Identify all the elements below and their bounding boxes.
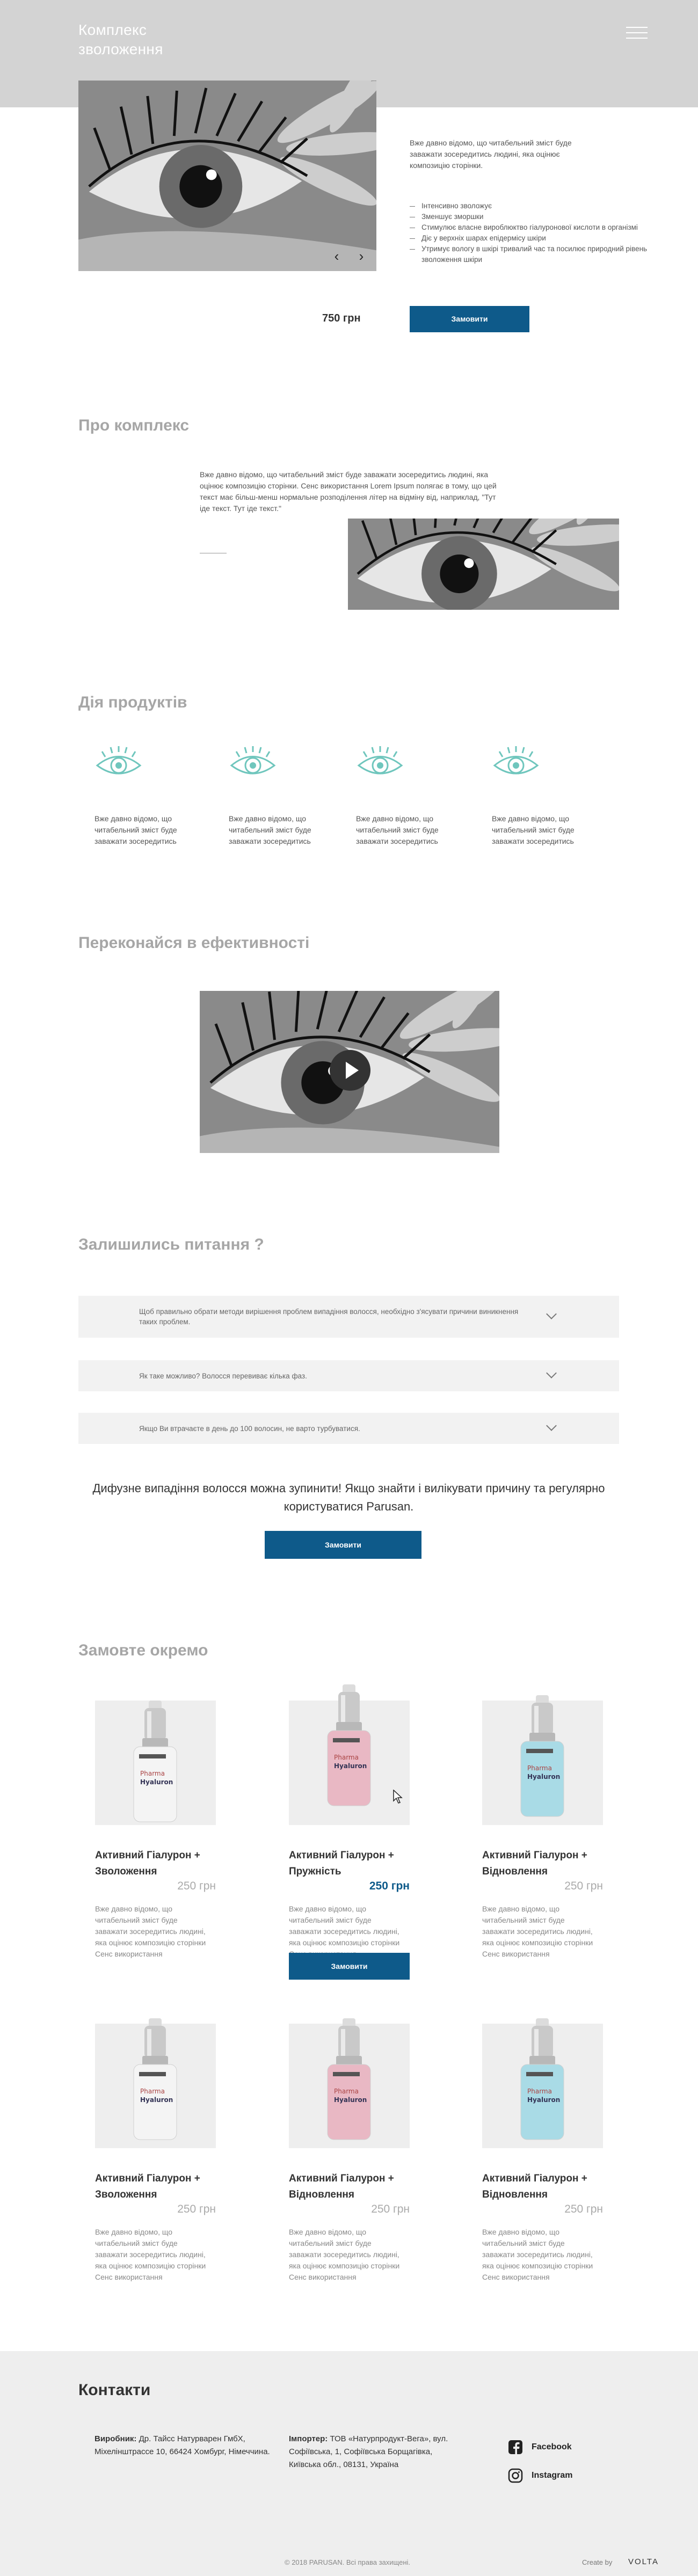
feature-item: Інтенсивно зволожує [410,201,673,211]
product-name: Активний Гіалурон + Відновлення [289,2173,394,2200]
product-card[interactable]: Активний Гіалурон + Відновлення 250 грн … [482,1701,603,1958]
product-description: Вже давно відомо, що читабельний зміст б… [289,1904,400,1958]
product-name: Активний Гіалурон + Відновлення [482,2173,587,2200]
about-eye-photo [348,519,619,610]
product-card[interactable]: Активний Гіалурон + Зволоження 250 грн В… [95,2024,216,2281]
contacts-title: Контакти [78,2381,151,2399]
product-price: 250 грн [564,2203,603,2215]
order-button[interactable]: Замовити [265,1531,421,1559]
eye-icon [492,745,540,783]
instagram-icon [508,2468,523,2483]
product-image [482,1701,603,1825]
facebook-link[interactable]: Facebook [508,2440,615,2456]
chevron-down-icon [546,1420,557,1431]
product-image [95,1701,216,1825]
eye-icon [94,745,143,783]
faq-summary: Дифузне випадіння волосся можна зупинити… [92,1482,605,1513]
product-description: Вже давно відомо, що читабельний зміст б… [95,1904,206,1958]
action-item: Вже давно відомо, що читабельний зміст б… [492,745,588,847]
product-card[interactable]: Активний Гіалурон + Відновлення 250 грн … [289,2024,410,2281]
action-section-title: Дія продуктів [78,694,187,711]
play-icon[interactable] [330,1050,370,1091]
complex-price: 750 грн [322,312,361,324]
slider-next-arrow-icon[interactable]: › [353,248,369,264]
product-card[interactable]: Активний Гіалурон + Пружність 250 грн Вж… [289,1701,410,1958]
hero-eye-photo [78,81,376,271]
chevron-down-icon [546,1309,557,1319]
instagram-link[interactable]: Instagram [508,2468,615,2484]
product-description: Вже давно відомо, що читабельний зміст б… [482,1904,593,1958]
hero-description: Вже давно відомо, що читабельний зміст б… [410,138,572,170]
feature-item: Зменшує зморшки [410,211,673,222]
slider-prev-arrow-icon[interactable]: ‹ [329,248,345,264]
studio-logo[interactable]: VOLTA [628,2557,659,2566]
page-title: Комплекс зволоження [78,21,163,57]
action-item: Вже давно відомо, що читабельний зміст б… [356,745,453,847]
feature-list: Інтенсивно зволожує Зменшує зморшки Стим… [410,201,673,265]
menu-icon[interactable] [626,26,648,40]
product-name: Активний Гіалурон + Зволоження [95,2173,200,2200]
feature-item: Утримує вологу в шкірі тривалий час та п… [410,244,673,265]
order-button[interactable]: Замовити [289,1953,410,1980]
facebook-icon [508,2440,522,2454]
created-by-label: Create by [582,2558,613,2566]
product-description: Вже давно відомо, що читабельний зміст б… [289,2228,400,2281]
product-image [289,1701,410,1825]
product-name: Активний Гіалурон + Пружність [289,1850,394,1877]
importer-info: Імпортер: ТОВ «Натурпродукт-Вега», вул. … [289,2434,448,2469]
action-item: Вже давно відомо, що читабельний зміст б… [229,745,325,847]
product-image [95,2024,216,2148]
product-price: 250 грн [564,1880,603,1892]
order-button[interactable]: Замовити [410,306,529,332]
product-image [482,2024,603,2148]
faq-item[interactable]: Якщо Ви втрачаєте в день до 100 волосин,… [78,1413,619,1444]
feature-item: Діє у верхніх шарах епідермісу шкіри [410,233,673,244]
mouse-cursor-icon [393,1790,403,1804]
product-name: Активний Гіалурон + Зволоження [95,1850,200,1877]
about-section-title: Про комплекс [78,417,190,434]
separate-section-title: Замовте окремо [78,1641,208,1659]
product-price: 250 грн [371,2203,410,2215]
copyright: © 2018 PARUSAN. Всі права захищені. [285,2558,411,2566]
product-card[interactable]: Активний Гіалурон + Відновлення 250 грн … [482,2024,603,2281]
faq-item[interactable]: Щоб правильно обрати методи вирішення пр… [78,1296,619,1338]
product-description: Вже давно відомо, що читабельний зміст б… [95,2228,206,2281]
product-card[interactable]: Активний Гіалурон + Зволоження 250 грн В… [95,1701,216,1958]
feature-item: Стимулює власне вироблюктво гіалуронової… [410,222,673,233]
product-name: Активний Гіалурон + Відновлення [482,1850,587,1877]
chevron-down-icon [546,1368,557,1378]
action-item: Вже давно відомо, що читабельний зміст б… [94,745,191,847]
eye-icon [229,745,277,783]
faq-item[interactable]: Як таке можливо? Волосся перевиває кільк… [78,1360,619,1391]
product-price: 250 грн [177,1880,216,1892]
eye-icon [356,745,404,783]
product-price: 250 грн [177,2203,216,2215]
producer-info: Виробник: Др. Тайсс Натурварен ГмбХ, Міх… [94,2434,270,2456]
faq-section-title: Залишились питання ? [78,1236,264,1253]
proof-section-title: Переконайся в ефективності [78,934,310,952]
about-text: Вже давно відомо, що читабельний зміст б… [200,470,497,513]
product-price: 250 грн [369,1880,410,1892]
product-image [289,2024,410,2148]
product-description: Вже давно відомо, що читабельний зміст б… [482,2228,593,2281]
